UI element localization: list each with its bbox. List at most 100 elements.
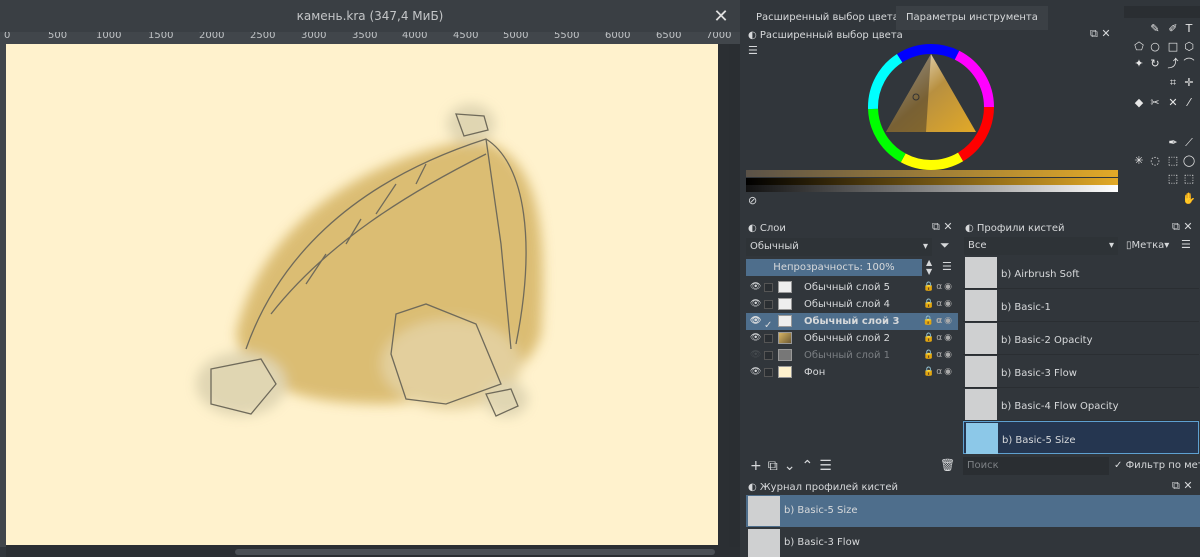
close-document-icon[interactable]: ✕ [710, 6, 732, 28]
add-layer-icon[interactable]: + [750, 458, 768, 474]
layer-checkbox-checked[interactable]: ✓ [764, 317, 773, 331]
eye-icon[interactable]: 👁 [750, 313, 761, 330]
freehand-select-icon[interactable]: ⬚ [1182, 172, 1196, 186]
brush-options-icon[interactable]: ☰ [1181, 238, 1191, 251]
brush-thumbnail [966, 423, 998, 454]
lock-alpha-icons[interactable]: 🔒α◉ [923, 296, 954, 313]
ellipse-select-icon[interactable]: ◯ [1182, 154, 1196, 168]
layers-panel-header: ◐ Слои [748, 220, 786, 238]
lock-alpha-icons[interactable]: 🔒α◉ [923, 279, 954, 296]
lock-alpha-icons[interactable]: 🔒α◉ [923, 347, 954, 364]
brush-tool-icon[interactable]: ✎ [1148, 22, 1162, 36]
tag-button[interactable]: ▯Метка▾ [1126, 238, 1169, 254]
color-docker-buttons[interactable]: ⧉ ✕ [1090, 27, 1111, 41]
history-item-selected[interactable]: b) Basic-5 Size [746, 495, 1200, 527]
tag-filter-checkbox[interactable]: ✓ Фильтр по мет [1114, 457, 1200, 475]
brush-preset-selected[interactable]: b) Basic-5 Size [963, 421, 1199, 454]
gradient-tool-icon[interactable]: ✂ [1148, 96, 1162, 110]
delete-layer-icon[interactable]: 🗑 [940, 458, 955, 472]
rectangle-tool-icon[interactable]: □ [1166, 40, 1180, 54]
layers-panel-title: Слои [759, 223, 786, 234]
opacity-stepper-icon[interactable]: ▲ ▼ [926, 258, 932, 276]
move-tool-icon[interactable]: ✛ [1182, 76, 1196, 90]
smart-patch-icon[interactable]: ✕ [1166, 96, 1180, 110]
path-tool-icon[interactable]: ↻ [1148, 57, 1162, 71]
brush-preset[interactable]: b) Basic-4 Flow Opacity [963, 388, 1199, 421]
canvas[interactable] [6, 44, 718, 545]
layer-row-selected[interactable]: 👁 ✓ Обычный слой 3 🔒α◉ [746, 313, 958, 331]
rect-select-icon[interactable]: ⬚ [1166, 154, 1180, 168]
duplicate-layer-icon[interactable]: ⧉ [768, 458, 784, 474]
tab-tool-options[interactable]: Параметры инструмента [896, 6, 1048, 30]
freehand-tool-icon[interactable]: ✦ [1132, 57, 1146, 71]
fill-tool-icon[interactable]: ◆ [1132, 96, 1146, 110]
blend-mode-select[interactable]: Обычный ▾ [746, 238, 932, 256]
layer-name: Обычный слой 4 [804, 299, 891, 310]
measure-tool-icon[interactable]: ⟋ [1182, 136, 1196, 150]
layer-row[interactable]: 👁 Обычный слой 2 🔒α◉ [746, 330, 958, 347]
magic-wand-icon[interactable]: ✳ [1132, 154, 1146, 168]
assistant-tool-icon[interactable]: ✒ [1166, 136, 1180, 150]
layer-toolbar[interactable]: +⧉⌄⌃☰ [750, 458, 838, 474]
layer-checkbox[interactable] [764, 300, 773, 309]
eye-hidden-icon[interactable]: 👁 [750, 347, 761, 364]
horizontal-scroll-thumb[interactable] [235, 549, 715, 555]
brush-preset[interactable]: b) Basic-2 Opacity [963, 322, 1199, 355]
layer-row[interactable]: 👁 Обычный слой 5 🔒α◉ [746, 279, 958, 296]
layer-checkbox[interactable] [764, 368, 773, 377]
brush-preset[interactable]: b) Airbrush Soft [963, 256, 1199, 289]
history-panel-icon: ◐ [748, 482, 760, 493]
polygon-select-icon[interactable]: ⬚ [1166, 172, 1180, 186]
eye-icon[interactable]: 👁 [750, 364, 761, 381]
lock-icons[interactable]: 🔒α◉ [923, 364, 954, 381]
layers-docker-buttons[interactable]: ⧉ ✕ [932, 220, 953, 234]
value-slider[interactable] [746, 185, 1118, 192]
brush-search-input[interactable]: Поиск [963, 457, 1109, 475]
color-wheel[interactable] [866, 42, 996, 172]
brush-tag-value: Все [968, 240, 987, 251]
eye-icon[interactable]: 👁 [750, 279, 761, 296]
pencil-tool-icon[interactable]: ✐ [1166, 22, 1180, 36]
color-settings-icon[interactable]: ☰ [748, 44, 764, 58]
layer-row-hidden[interactable]: 👁 Обычный слой 1 🔒α◉ [746, 347, 958, 364]
layer-checkbox[interactable] [764, 283, 773, 292]
brush-thumbnail [965, 257, 997, 288]
eyedropper-tool-icon[interactable]: ⁄ [1182, 96, 1196, 110]
vertical-scrollbar[interactable] [719, 44, 729, 547]
clear-color-icon[interactable]: ⊘ [748, 194, 757, 207]
move-up-icon[interactable]: ⌃ [801, 458, 819, 474]
polygon-tool-icon[interactable]: ⬠ [1132, 40, 1146, 54]
polyline-tool-icon[interactable]: ⬡ [1182, 40, 1196, 54]
brush-docker-buttons[interactable]: ⧉ ✕ [1172, 220, 1193, 234]
bezier-tool-icon[interactable]: ⌒ [1182, 57, 1196, 71]
eye-icon[interactable]: 👁 [750, 330, 761, 347]
layer-options-icon[interactable]: ☰ [942, 260, 952, 273]
move-down-icon[interactable]: ⌄ [784, 458, 802, 474]
history-docker-buttons[interactable]: ⧉ ✕ [1172, 479, 1193, 493]
layer-row[interactable]: 👁 Обычный слой 4 🔒α◉ [746, 296, 958, 313]
eye-icon[interactable]: 👁 [750, 296, 761, 313]
lock-alpha-icons[interactable]: 🔒α◉ [923, 330, 954, 347]
filter-icon[interactable]: ⏷ [940, 238, 950, 253]
layer-row[interactable]: 👁 Фон 🔒α◉ [746, 364, 958, 381]
layer-checkbox[interactable] [764, 351, 773, 360]
opacity-slider[interactable]: Непрозрачность: 100% [746, 259, 922, 276]
layer-properties-icon[interactable]: ☰ [819, 458, 838, 474]
pan-tool-icon[interactable]: ✋ [1182, 192, 1196, 206]
brush-tag-select[interactable]: Все ▾ [964, 237, 1118, 255]
crop-tool-icon[interactable]: ⌗ [1166, 76, 1180, 90]
brush-preset[interactable]: b) Basic-1 [963, 289, 1199, 322]
calligraphy-tool-icon[interactable]: ⤴ [1166, 57, 1180, 71]
hue-slider[interactable] [746, 170, 1118, 177]
layer-checkbox[interactable] [764, 334, 773, 343]
history-item[interactable]: b) Basic-3 Flow [746, 528, 1200, 557]
history-panel-title: Журнал профилей кистей [759, 482, 898, 493]
saturation-slider[interactable] [746, 178, 1118, 185]
brush-preset[interactable]: b) Basic-3 Flow [963, 355, 1199, 388]
lasso-tool-icon[interactable]: ◌ [1148, 154, 1162, 168]
canvas-area[interactable] [6, 44, 740, 547]
color-panel-icon: ◐ [748, 30, 760, 41]
text-tool-icon[interactable]: T [1182, 22, 1196, 36]
lock-alpha-icons[interactable]: 🔒α◉ [923, 313, 954, 330]
ellipse-tool-icon[interactable]: ○ [1148, 40, 1162, 54]
